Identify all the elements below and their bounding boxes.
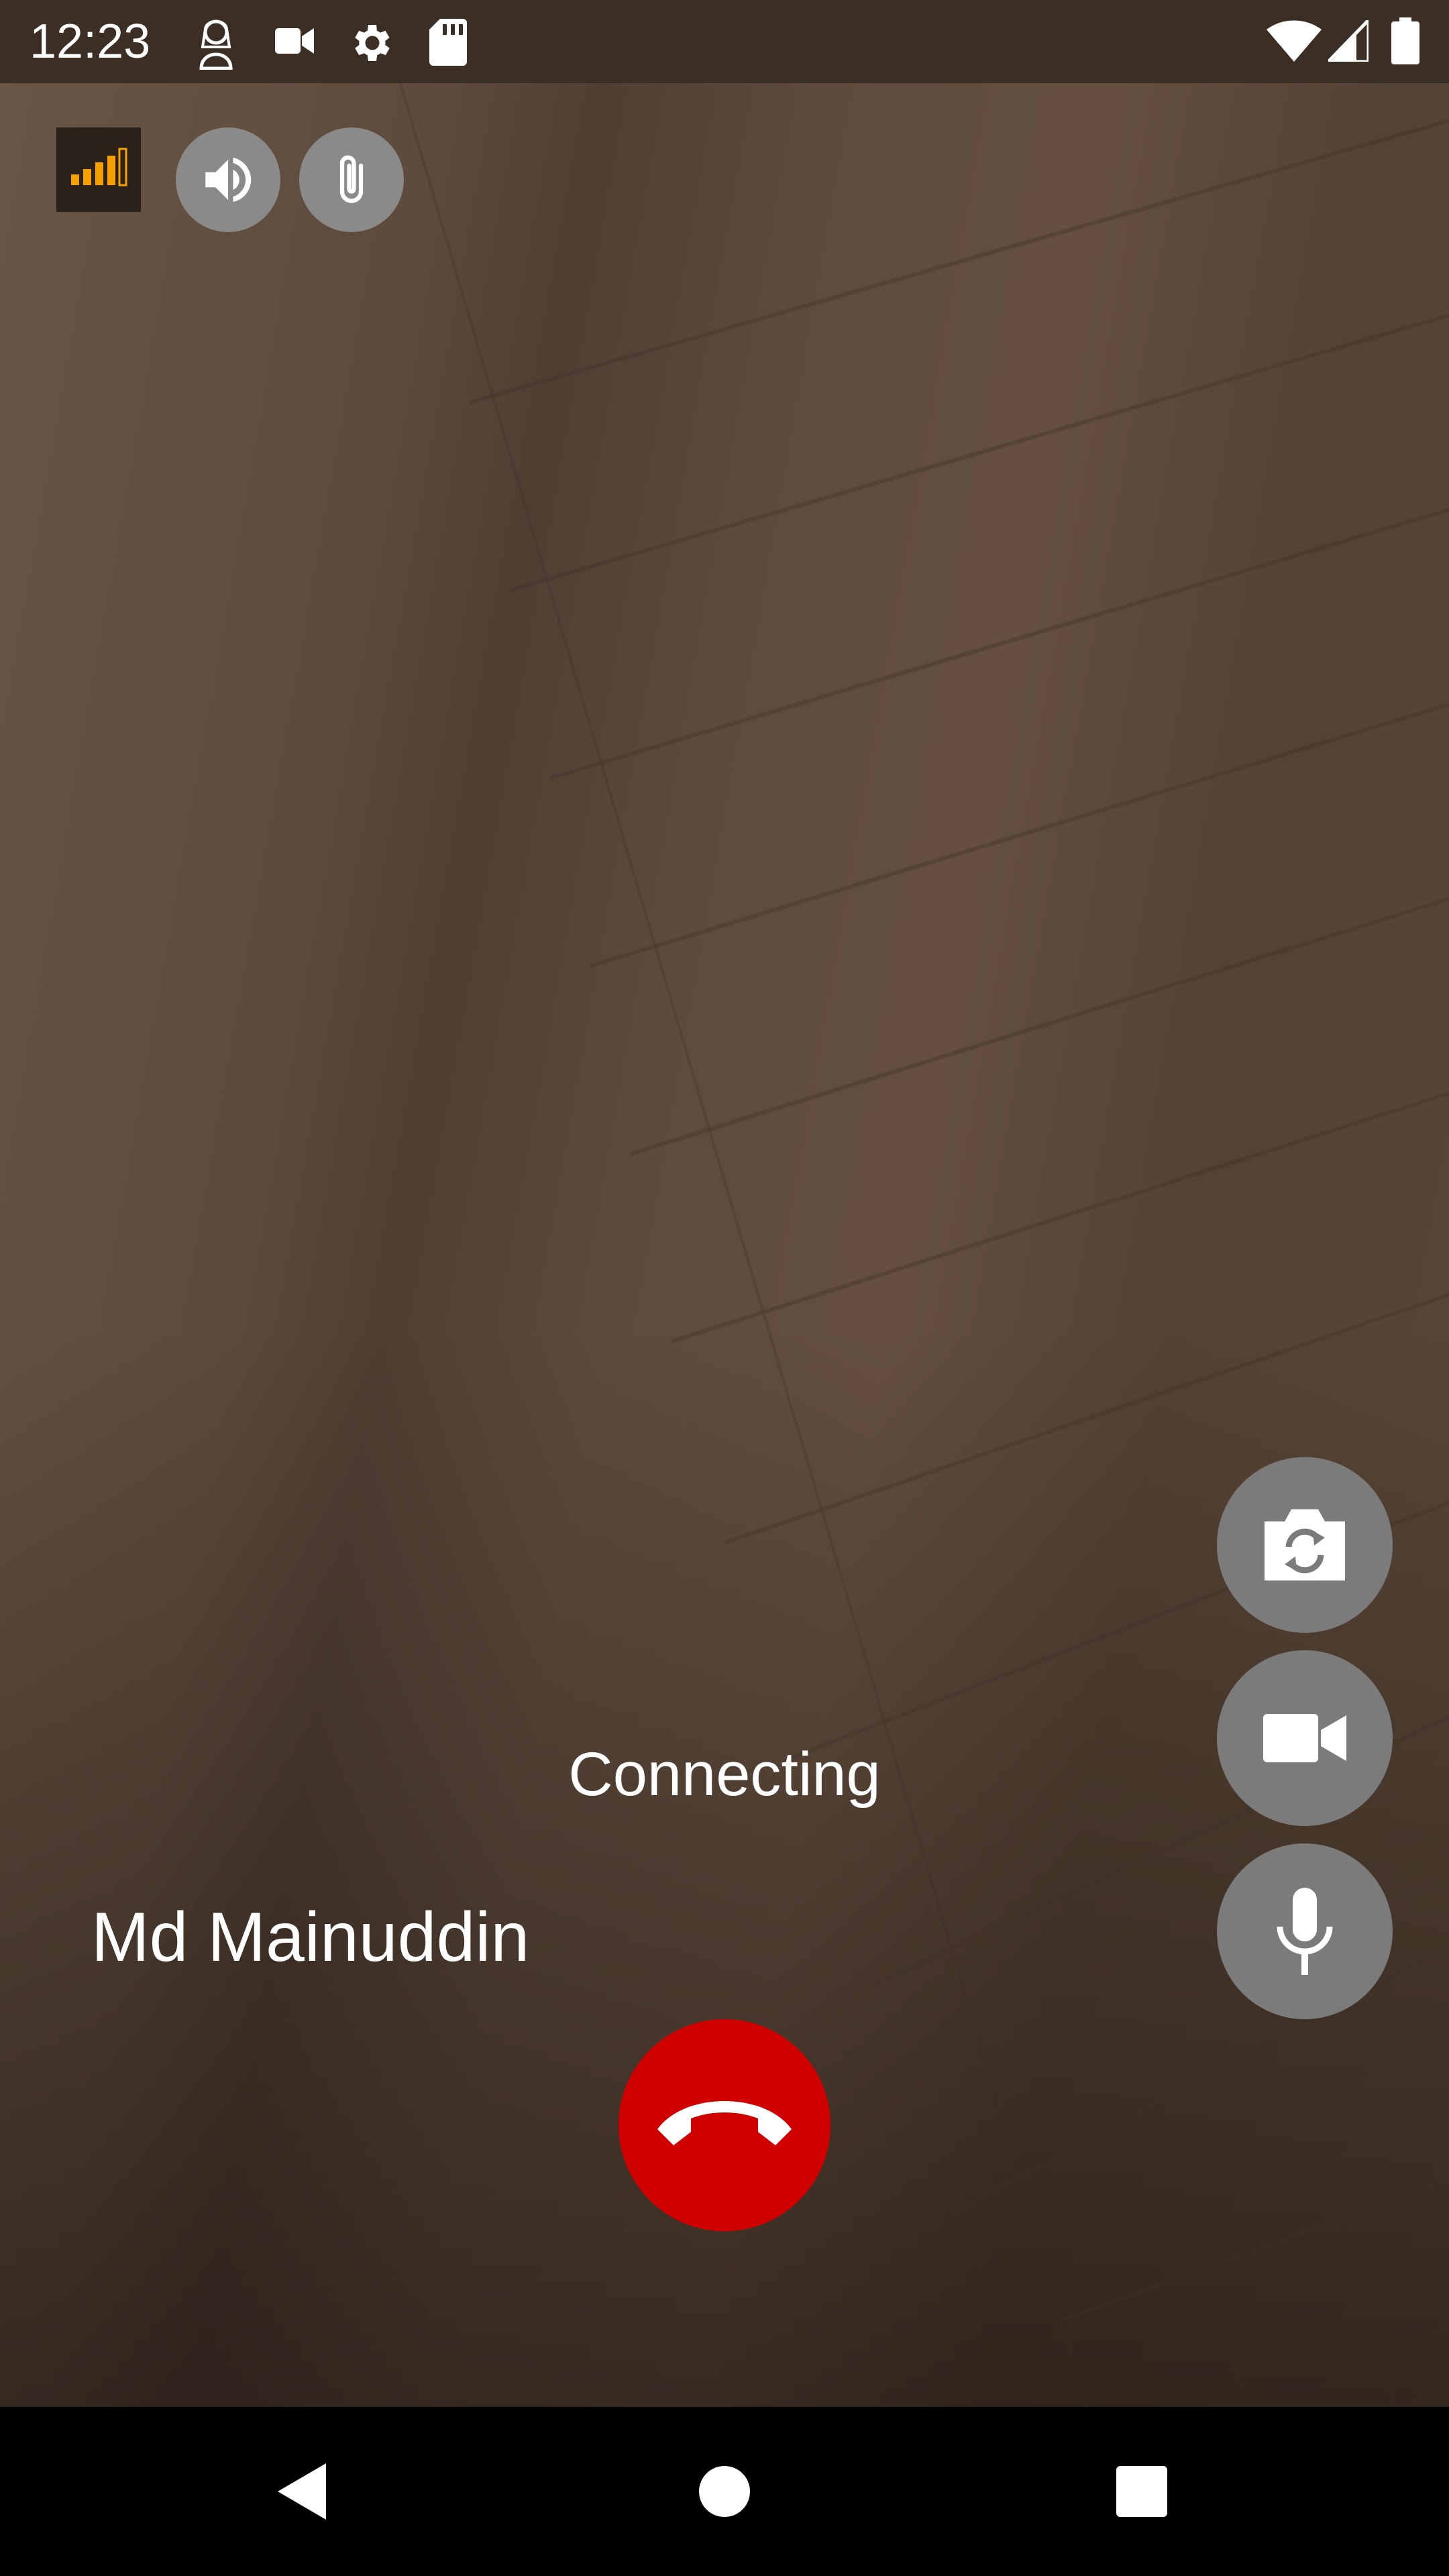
gear-icon: [355, 25, 390, 61]
wifi-icon: [1267, 20, 1322, 62]
call-quality-indicator[interactable]: [56, 127, 141, 212]
cell-signal-icon: [1328, 20, 1368, 62]
hang-up-icon: [657, 2101, 792, 2145]
switch-camera-icon: [1265, 1509, 1345, 1580]
status-time: 12:23: [30, 15, 151, 68]
recents-icon[interactable]: [1108, 2458, 1175, 2525]
battery-icon: [1391, 17, 1419, 64]
mic-toggle-button[interactable]: [1217, 1843, 1393, 2019]
back-icon[interactable]: [268, 2458, 335, 2525]
end-call-button[interactable]: [619, 2019, 830, 2231]
signal-bars-icon: [71, 148, 127, 186]
video-notification-icon: [275, 28, 314, 54]
paperclip-icon: [339, 155, 364, 203]
navigation-bar: [0, 2407, 1449, 2576]
video-call-screen: 12:23 Connecting Md Mainuddin: [0, 0, 1449, 2576]
avatar-notification-icon: [199, 19, 233, 70]
attach-button[interactable]: [299, 127, 404, 232]
home-icon[interactable]: [691, 2458, 758, 2525]
speaker-icon: [205, 158, 252, 202]
sd-card-icon: [429, 19, 467, 66]
microphone-icon: [1277, 1888, 1333, 1975]
caller-name: Md Mainuddin: [91, 1898, 530, 1976]
status-bar: 12:23: [0, 0, 1449, 83]
call-status-label: Connecting: [568, 1740, 881, 1809]
switch-camera-button[interactable]: [1217, 1457, 1393, 1633]
speaker-button[interactable]: [176, 127, 280, 232]
